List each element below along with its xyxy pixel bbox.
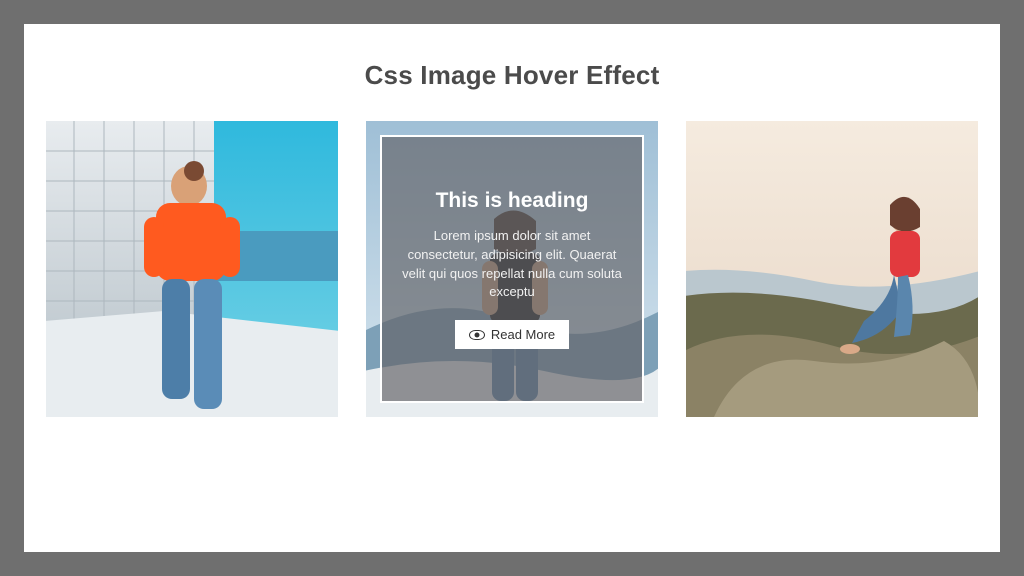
page-title: Css Image Hover Effect bbox=[365, 60, 660, 91]
image-card[interactable]: This is heading Lorem ipsum dolor sit am… bbox=[686, 121, 978, 417]
eye-icon bbox=[469, 330, 485, 340]
card-row: This is heading Lorem ipsum dolor sit am… bbox=[46, 121, 978, 417]
read-more-button[interactable]: Read More bbox=[455, 320, 569, 349]
hover-overlay: This is heading Lorem ipsum dolor sit am… bbox=[380, 135, 644, 403]
image-card[interactable]: This is heading Lorem ipsum dolor sit am… bbox=[366, 121, 658, 417]
overlay-body: Lorem ipsum dolor sit amet consectetur, … bbox=[402, 227, 622, 302]
card-image bbox=[686, 121, 978, 417]
card-image bbox=[46, 121, 338, 417]
image-card[interactable]: This is heading Lorem ipsum dolor sit am… bbox=[46, 121, 338, 417]
page-canvas: Css Image Hover Effect bbox=[24, 24, 1000, 552]
overlay-heading: This is heading bbox=[436, 189, 589, 213]
read-more-label: Read More bbox=[491, 327, 555, 342]
